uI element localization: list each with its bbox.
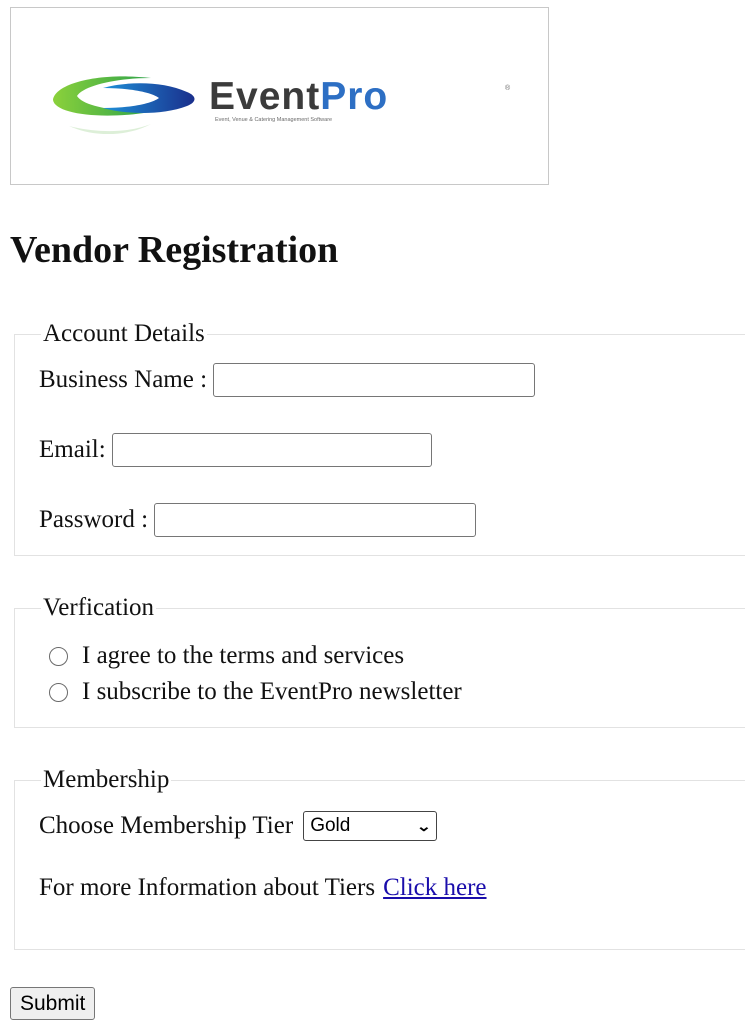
membership-fieldset: Membership Choose Membership Tier Gold ⌄… — [14, 763, 745, 950]
email-label: Email: — [39, 436, 106, 463]
tier-info-text: For more Information about Tiers — [39, 874, 376, 901]
terms-radio[interactable] — [49, 646, 68, 666]
business-name-label: Business Name : — [39, 366, 208, 393]
business-name-row: Business Name : — [39, 363, 536, 397]
verification-legend: Verfication — [41, 591, 157, 625]
membership-tier-select[interactable]: Gold ⌄ — [303, 811, 438, 841]
email-input[interactable] — [111, 433, 432, 467]
password-label: Password : — [39, 506, 149, 533]
tier-info-link[interactable]: Click here — [383, 871, 486, 905]
membership-legend: Membership — [41, 763, 172, 797]
terms-option[interactable]: I agree to the terms and services — [49, 639, 404, 673]
chevron-down-icon: ⌄ — [416, 818, 432, 834]
tier-row: Choose Membership Tier Gold ⌄ — [39, 809, 438, 843]
submit-button[interactable]: Submit — [10, 987, 96, 1020]
password-input[interactable] — [154, 503, 477, 537]
page-title: Vendor Registration — [10, 229, 339, 271]
eventpro-logo: EventPro Event, Venue & Catering Managem… — [53, 75, 511, 135]
registered-mark-icon: ® — [505, 84, 511, 92]
business-name-input[interactable] — [213, 363, 536, 397]
account-details-legend: Account Details — [41, 317, 207, 351]
logo-wordmark-event: Event — [209, 75, 320, 118]
newsletter-label[interactable]: I subscribe to the EventPro newsletter — [82, 675, 462, 709]
verification-fieldset: Verfication I agree to the terms and ser… — [14, 591, 745, 728]
tier-selected-value: Gold — [310, 815, 351, 836]
newsletter-option[interactable]: I subscribe to the EventPro newsletter — [49, 675, 462, 709]
logo-wordmark-pro: Pro — [320, 75, 388, 118]
logo-tagline: Event, Venue & Catering Management Softw… — [215, 117, 332, 123]
svg-text:EventPro: EventPro — [209, 75, 388, 118]
swoosh-icon — [53, 76, 195, 135]
account-details-fieldset: Account Details Business Name : Email: P… — [14, 317, 745, 556]
terms-label[interactable]: I agree to the terms and services — [82, 639, 404, 673]
logo-banner: EventPro Event, Venue & Catering Managem… — [10, 7, 549, 185]
password-row: Password : — [39, 503, 477, 537]
email-row: Email: — [39, 433, 432, 467]
tier-info-row: For more Information about Tiers Click h… — [39, 871, 487, 905]
newsletter-radio[interactable] — [49, 682, 68, 702]
tier-label: Choose Membership Tier — [39, 812, 294, 839]
